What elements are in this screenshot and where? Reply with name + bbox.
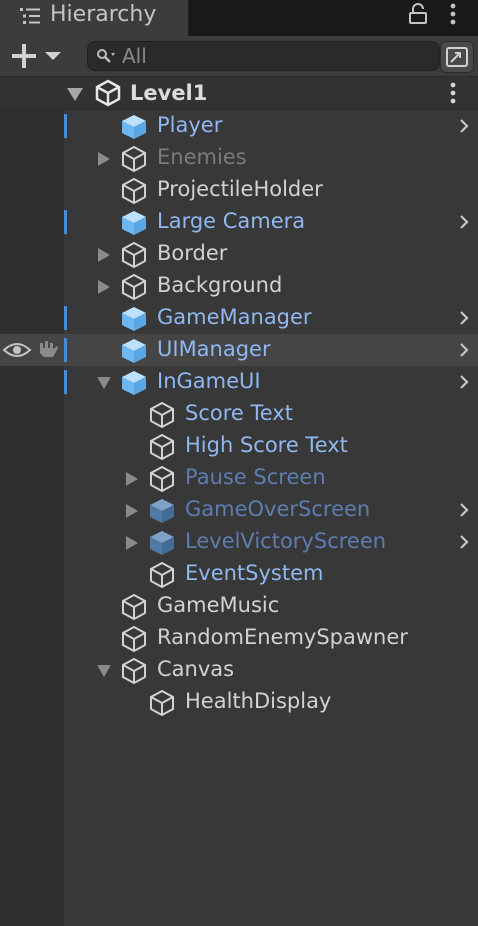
hierarchy-row[interactable]: Large Camera xyxy=(0,206,478,238)
gameobject-outline-icon xyxy=(122,145,146,173)
hierarchy-row-label: InGameUI xyxy=(157,369,261,393)
collapse-triangle-icon[interactable] xyxy=(96,151,112,167)
hierarchy-row-label: Score Text xyxy=(185,401,293,425)
chevron-right-icon[interactable] xyxy=(456,374,472,390)
collapse-triangle-icon[interactable] xyxy=(124,503,140,519)
hierarchy-row-label: LevelVictoryScreen xyxy=(185,529,387,553)
hierarchy-row-label: Background xyxy=(157,273,283,297)
hierarchy-row[interactable]: High Score Text xyxy=(0,430,478,462)
hierarchy-row[interactable]: Pause Screen xyxy=(0,462,478,494)
expand-triangle-icon[interactable] xyxy=(96,663,112,679)
prefab-override-marker xyxy=(64,210,67,234)
gameobject-outline-icon xyxy=(122,593,146,621)
hierarchy-row-label: GameManager xyxy=(157,305,312,329)
hierarchy-row[interactable]: LevelVictoryScreen xyxy=(0,526,478,558)
expand-triangle-icon[interactable] xyxy=(66,86,84,102)
gameobject-outline-icon xyxy=(122,241,146,269)
chevron-right-icon[interactable] xyxy=(456,310,472,326)
hierarchy-row-label: Pause Screen xyxy=(185,465,326,489)
tab-bar: Hierarchy xyxy=(0,0,478,36)
hierarchy-row[interactable]: Player xyxy=(0,110,478,142)
more-vertical-icon[interactable] xyxy=(444,2,462,26)
search-input[interactable] xyxy=(122,42,422,70)
collapse-triangle-icon[interactable] xyxy=(96,279,112,295)
hierarchy-row[interactable]: GameOverScreen xyxy=(0,494,478,526)
hierarchy-row-label: Enemies xyxy=(157,145,247,169)
prefab-override-marker xyxy=(64,370,67,394)
scene-more-icon[interactable] xyxy=(444,81,462,105)
collapse-triangle-icon[interactable] xyxy=(96,247,112,263)
prefab-cube-icon xyxy=(122,307,146,331)
hierarchy-row[interactable]: Enemies xyxy=(0,142,478,174)
hierarchy-row[interactable]: Border xyxy=(0,238,478,270)
prefab-cube-dim-icon xyxy=(150,531,174,555)
gameobject-outline-icon xyxy=(122,657,146,685)
search-field[interactable] xyxy=(87,41,440,71)
chevron-right-icon[interactable] xyxy=(456,534,472,550)
hierarchy-row-label: EventSystem xyxy=(185,561,324,585)
prefab-cube-icon xyxy=(122,211,146,235)
hierarchy-row[interactable]: Score Text xyxy=(0,398,478,430)
hierarchy-row[interactable]: ProjectileHolder xyxy=(0,174,478,206)
hierarchy-row-label: UIManager xyxy=(157,337,271,361)
hierarchy-row-label: Canvas xyxy=(157,657,235,681)
tab-title: Hierarchy xyxy=(50,2,157,27)
hierarchy-row[interactable]: InGameUI xyxy=(0,366,478,398)
gameobject-outline-icon xyxy=(122,625,146,653)
unity-scene-icon xyxy=(95,79,121,107)
open-window-icon xyxy=(446,47,468,67)
hierarchy-row-label: GameMusic xyxy=(157,593,280,617)
add-object-button[interactable] xyxy=(10,41,66,71)
collapse-triangle-icon[interactable] xyxy=(124,471,140,487)
chevron-right-icon[interactable] xyxy=(456,342,472,358)
list-icon xyxy=(20,8,40,24)
hierarchy-row-label: RandomEnemySpawner xyxy=(157,625,408,649)
hierarchy-row-label: Large Camera xyxy=(157,209,306,233)
prefab-cube-icon xyxy=(122,115,146,139)
gameobject-outline-icon xyxy=(122,177,146,205)
hierarchy-row[interactable]: GameManager xyxy=(0,302,478,334)
gameobject-outline-icon xyxy=(150,465,174,493)
pickable-hand-icon[interactable] xyxy=(36,339,60,361)
prefab-override-marker xyxy=(64,306,67,330)
gameobject-outline-icon xyxy=(150,561,174,589)
hierarchy-row[interactable]: Canvas xyxy=(0,654,478,686)
chevron-right-icon[interactable] xyxy=(456,118,472,134)
collapse-triangle-icon[interactable] xyxy=(124,535,140,551)
hierarchy-row[interactable]: GameMusic xyxy=(0,590,478,622)
hierarchy-row-label: ProjectileHolder xyxy=(157,177,323,201)
search-icon xyxy=(97,49,115,63)
scene-row[interactable]: Level1 xyxy=(0,77,478,110)
scene-name: Level1 xyxy=(130,81,208,105)
visibility-eye-icon[interactable] xyxy=(2,340,32,360)
tab-hierarchy[interactable]: Hierarchy xyxy=(0,0,189,36)
prefab-override-marker xyxy=(64,114,67,138)
hierarchy-row[interactable]: EventSystem xyxy=(0,558,478,590)
prefab-cube-dim-icon xyxy=(150,499,174,523)
lock-icon[interactable] xyxy=(407,2,429,26)
hierarchy-row-label: GameOverScreen xyxy=(185,497,371,521)
prefab-cube-icon xyxy=(122,339,146,363)
gameobject-outline-icon xyxy=(150,433,174,461)
chevron-right-icon[interactable] xyxy=(456,214,472,230)
hierarchy-row[interactable]: HealthDisplay xyxy=(0,686,478,718)
expand-triangle-icon[interactable] xyxy=(96,375,112,391)
hierarchy-row-label: Border xyxy=(157,241,228,265)
prefab-override-marker xyxy=(64,338,67,362)
hierarchy-row-label: Player xyxy=(157,113,223,137)
hierarchy-row[interactable]: Background xyxy=(0,270,478,302)
gameobject-outline-icon xyxy=(150,689,174,717)
chevron-right-icon[interactable] xyxy=(456,502,472,518)
hierarchy-row-label: High Score Text xyxy=(185,433,348,457)
gameobject-outline-icon xyxy=(122,273,146,301)
plus-icon xyxy=(12,44,61,68)
hierarchy-toolbar xyxy=(0,36,478,77)
hierarchy-row[interactable]: RandomEnemySpawner xyxy=(0,622,478,654)
gameobject-outline-icon xyxy=(150,401,174,429)
hierarchy-row-label: HealthDisplay xyxy=(185,689,332,713)
hierarchy-row[interactable]: UIManager xyxy=(0,334,478,366)
prefab-cube-icon xyxy=(122,371,146,395)
search-mode-button[interactable] xyxy=(440,41,474,73)
